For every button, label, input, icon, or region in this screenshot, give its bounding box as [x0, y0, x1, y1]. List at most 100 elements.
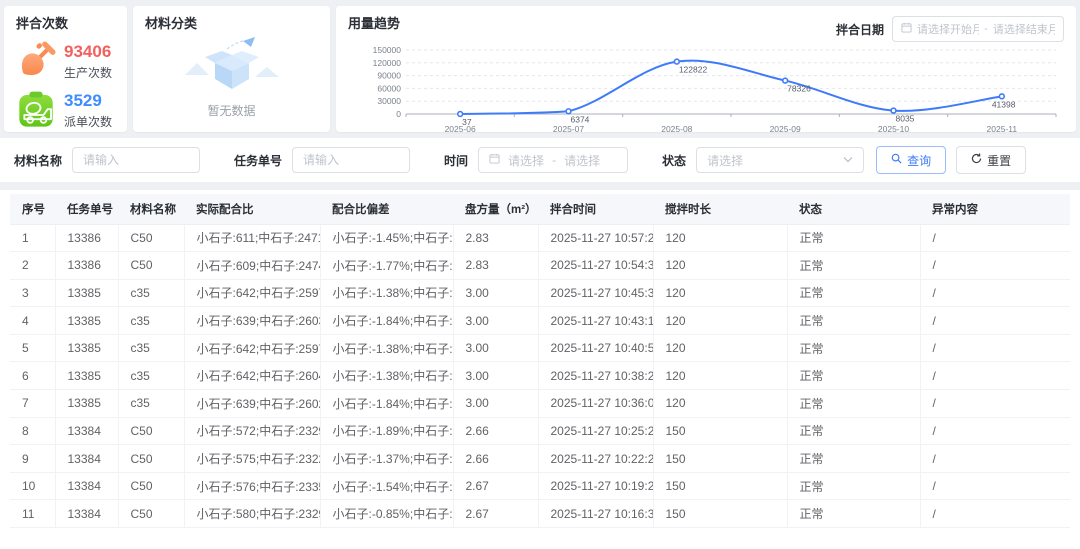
table-cell-8: 正常	[787, 307, 920, 335]
table-cell-2: c35	[118, 362, 184, 390]
table-cell-8: 正常	[787, 362, 920, 390]
empty-box-icon	[177, 35, 287, 98]
table-cell-3: 小石子:639;中石子:2602;砂:2...	[184, 390, 320, 418]
table-cell-6: 2025-11-27 10:22:22	[538, 445, 653, 473]
table-cell-3: 小石子:639;中石子:2603;砂:2...	[184, 307, 320, 335]
column-header-3: 实际配合比	[184, 194, 320, 224]
empty-state-text: 暂无数据	[207, 102, 255, 119]
table-cell-3: 小石子:611;中石子:2471;砂:2...	[184, 224, 320, 252]
table-cell-2: C50	[118, 417, 184, 445]
table-cell-2: c35	[118, 279, 184, 307]
table-cell-5: 3.00	[453, 307, 538, 335]
production-count-value: 93406	[64, 42, 112, 62]
table-cell-7: 150	[653, 472, 787, 500]
svg-text:120000: 120000	[373, 58, 402, 68]
svg-text:90000: 90000	[377, 71, 401, 81]
table-cell-2: C50	[118, 445, 184, 473]
table-row[interactable]: 1013384C50小石子:576;中石子:2335;砂:2...小石子:-1.…	[10, 472, 1070, 500]
table-cell-6: 2025-11-27 10:40:51	[538, 334, 653, 362]
reset-button[interactable]: 重置	[956, 146, 1026, 174]
table-row[interactable]: 813384C50小石子:572;中石子:2329;砂:2...小石子:-1.8…	[10, 417, 1070, 445]
table-cell-4: 小石子:-0.85%;中石子:-0.6...	[320, 500, 453, 528]
svg-text:30000: 30000	[377, 96, 401, 106]
column-header-5: 盘方量（m²）	[453, 194, 538, 224]
table-cell-0: 8	[10, 417, 55, 445]
svg-text:78326: 78326	[787, 84, 811, 94]
task-no-input[interactable]	[292, 147, 410, 173]
table-cell-0: 9	[10, 445, 55, 473]
table-cell-4: 小石子:-1.38%;中石子:-0.6...	[320, 334, 453, 362]
table-row[interactable]: 213386C50小石子:609;中石子:2474;砂:2...小石子:-1.7…	[10, 252, 1070, 280]
table-cell-7: 150	[653, 500, 787, 528]
table-cell-6: 2025-11-27 10:38:26	[538, 362, 653, 390]
table-row[interactable]: 513385c35小石子:642;中石子:2597;砂:2...小石子:-1.3…	[10, 334, 1070, 362]
table-cell-9: /	[920, 500, 1070, 528]
table-row[interactable]: 413385c35小石子:639;中石子:2603;砂:2...小石子:-1.8…	[10, 307, 1070, 335]
table-cell-4: 小石子:-1.54%;中石子:-0.3...	[320, 472, 453, 500]
table-cell-1: 13384	[55, 500, 118, 528]
table-cell-6: 2025-11-27 10:54:39	[538, 252, 653, 280]
table-row[interactable]: 313385c35小石子:642;中石子:2597;砂:2...小石子:-1.3…	[10, 279, 1070, 307]
svg-text:60000: 60000	[377, 83, 401, 93]
table-cell-3: 小石子:580;中石子:2329;砂:2...	[184, 500, 320, 528]
time-range-picker[interactable]: 请选择 - 请选择	[478, 147, 628, 173]
table-cell-3: 小石子:642;中石子:2597;砂:2...	[184, 334, 320, 362]
table-cell-6: 2025-11-27 10:19:28	[538, 472, 653, 500]
date-end-placeholder: 请选择结束月份	[993, 21, 1055, 37]
table-cell-4: 小石子:-1.77%;中石子:-0.4...	[320, 252, 453, 280]
mixing-date-range-picker[interactable]: 请选择开始月份 - 请选择结束月份	[892, 16, 1064, 42]
column-header-7: 搅拌时长	[653, 194, 787, 224]
refresh-icon	[971, 153, 982, 167]
table-row[interactable]: 113386C50小石子:611;中石子:2471;砂:2...小石子:-1.4…	[10, 224, 1070, 252]
table-cell-5: 3.00	[453, 279, 538, 307]
time-label: 时间	[444, 152, 468, 169]
column-header-8: 状态	[787, 194, 920, 224]
table-cell-7: 120	[653, 390, 787, 418]
trend-card-header: 用量趋势 拌合日期 请选择开始月份 - 请选择结束月份	[348, 16, 1064, 42]
query-button-label: 查询	[907, 152, 931, 169]
production-stat: 93406 生产次数	[16, 41, 115, 81]
time-range-separator: -	[552, 153, 556, 167]
svg-text:0: 0	[396, 109, 401, 119]
table-cell-0: 6	[10, 362, 55, 390]
table-cell-5: 2.66	[453, 417, 538, 445]
table-cell-2: c35	[118, 307, 184, 335]
table-row[interactable]: 1113384C50小石子:580;中石子:2329;砂:2...小石子:-0.…	[10, 500, 1070, 528]
table-cell-9: /	[920, 307, 1070, 335]
svg-text:37: 37	[462, 117, 472, 127]
search-icon	[891, 153, 902, 167]
svg-text:6374: 6374	[571, 114, 590, 124]
dispatch-count-label: 派单次数	[64, 113, 112, 130]
table-cell-1: 13385	[55, 279, 118, 307]
top-cards-strip: 拌合次数 93406	[0, 0, 1080, 132]
table-cell-4: 小石子:-1.38%;中石子:-0.6...	[320, 279, 453, 307]
calendar-icon	[489, 151, 500, 169]
column-header-4: 配合比偏差	[320, 194, 453, 224]
table-cell-1: 13385	[55, 334, 118, 362]
query-button[interactable]: 查询	[876, 146, 946, 174]
table-cell-0: 10	[10, 472, 55, 500]
table-body: 113386C50小石子:611;中石子:2471;砂:2...小石子:-1.4…	[10, 224, 1070, 528]
table-cell-3: 小石子:642;中石子:2604;砂:2...	[184, 362, 320, 390]
trend-date-filter: 拌合日期 请选择开始月份 - 请选择结束月份	[836, 16, 1064, 42]
table-cell-0: 1	[10, 224, 55, 252]
table-cell-9: /	[920, 362, 1070, 390]
table-cell-0: 7	[10, 390, 55, 418]
table-cell-3: 小石子:642;中石子:2597;砂:2...	[184, 279, 320, 307]
table-cell-2: C50	[118, 500, 184, 528]
dashboard-page: 拌合次数 93406	[0, 0, 1080, 549]
table-cell-6: 2025-11-27 10:36:02	[538, 390, 653, 418]
status-select[interactable]: 请选择	[696, 147, 864, 173]
material-name-label: 材料名称	[14, 152, 62, 169]
table-cell-0: 2	[10, 252, 55, 280]
table-row[interactable]: 713385c35小石子:639;中石子:2602;砂:2...小石子:-1.8…	[10, 390, 1070, 418]
table-cell-9: /	[920, 224, 1070, 252]
table-row[interactable]: 613385c35小石子:642;中石子:2604;砂:2...小石子:-1.3…	[10, 362, 1070, 390]
table-cell-7: 120	[653, 362, 787, 390]
table-cell-1: 13386	[55, 224, 118, 252]
table-cell-9: /	[920, 445, 1070, 473]
table-row[interactable]: 913384C50小石子:575;中石子:2322;砂:2...小石子:-1.3…	[10, 445, 1070, 473]
material-name-input[interactable]	[72, 147, 200, 173]
dispatch-stat: 3529 派单次数	[16, 90, 115, 130]
svg-text:2025-08: 2025-08	[661, 124, 692, 134]
